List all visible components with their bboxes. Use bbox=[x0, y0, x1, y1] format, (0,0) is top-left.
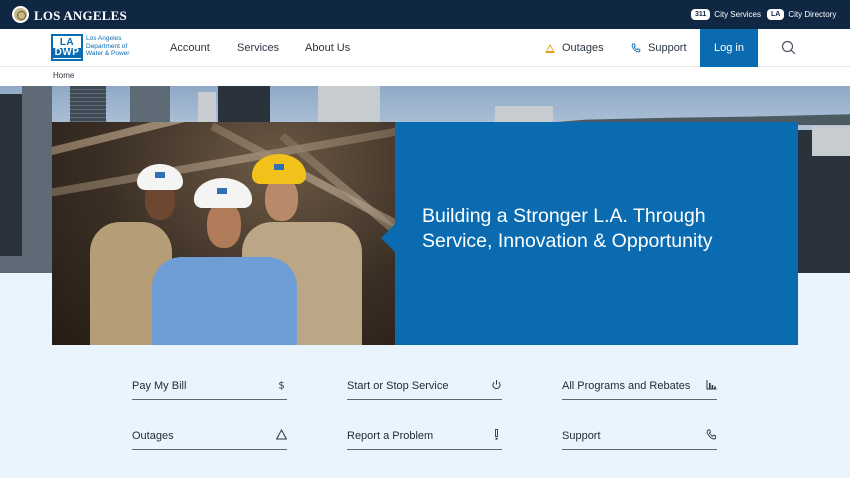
building bbox=[130, 86, 170, 126]
logo-mark: LA DWP bbox=[51, 34, 83, 61]
phone-icon bbox=[631, 43, 641, 53]
quick-link-label: All Programs and Rebates bbox=[562, 380, 691, 392]
quick-link-label: Start or Stop Service bbox=[347, 380, 449, 392]
breadcrumb-bar: Home bbox=[0, 67, 850, 86]
logo-line: Department of bbox=[86, 42, 128, 50]
logo-line: Water & Power bbox=[86, 50, 130, 57]
nav-item-account[interactable]: Account bbox=[170, 42, 210, 54]
building bbox=[0, 256, 52, 273]
bar-chart-icon bbox=[706, 380, 717, 390]
building bbox=[218, 86, 270, 126]
dollar-icon: $ bbox=[278, 381, 284, 391]
main-nav: LA DWP Los Angeles Department of Water &… bbox=[0, 29, 850, 67]
quick-link-programs-rebates[interactable]: All Programs and Rebates bbox=[562, 380, 717, 400]
quick-link-report-problem[interactable]: Report a Problem bbox=[347, 429, 502, 450]
power-icon bbox=[492, 380, 501, 390]
building bbox=[812, 126, 850, 156]
svg-text:$: $ bbox=[278, 381, 284, 391]
logo-line: Los Angeles bbox=[86, 35, 122, 42]
warning-icon bbox=[545, 43, 555, 53]
city-directory-label: City Directory bbox=[788, 10, 837, 19]
nav-outages-link[interactable]: Outages bbox=[545, 42, 604, 54]
city-services-badge: 311 bbox=[691, 9, 711, 20]
building bbox=[22, 86, 52, 273]
building bbox=[0, 94, 22, 273]
building bbox=[318, 86, 380, 126]
quick-link-start-stop-service[interactable]: Start or Stop Service bbox=[347, 380, 502, 400]
hero-panel-notch bbox=[381, 224, 395, 252]
hero-panel: Building a Stronger L.A. Through Service… bbox=[395, 122, 798, 345]
building bbox=[70, 86, 106, 126]
city-name[interactable]: LOS ANGELES bbox=[34, 8, 127, 24]
quick-link-label: Support bbox=[562, 430, 601, 442]
nav-support-link[interactable]: Support bbox=[631, 42, 687, 54]
exclamation-icon bbox=[495, 429, 498, 440]
breadcrumb-home[interactable]: Home bbox=[53, 71, 74, 80]
warning-icon bbox=[276, 429, 287, 440]
logo-mark-bottom: DWP bbox=[53, 46, 81, 58]
login-button[interactable]: Log in bbox=[700, 29, 758, 67]
quick-link-label: Report a Problem bbox=[347, 430, 434, 442]
nav-item-services[interactable]: Services bbox=[237, 42, 279, 54]
city-services-label: City Services bbox=[714, 10, 761, 19]
phone-icon bbox=[706, 429, 717, 440]
quick-link-support[interactable]: Support bbox=[562, 429, 717, 450]
hero-photo-workers bbox=[52, 122, 395, 345]
quick-link-label: Pay My Bill bbox=[132, 380, 187, 392]
quick-link-label: Outages bbox=[132, 430, 174, 442]
city-top-bar: LOS ANGELES 311 City Services LA City Di… bbox=[0, 0, 850, 29]
city-directory-link[interactable]: LA City Directory bbox=[767, 9, 836, 20]
city-services-link[interactable]: 311 City Services bbox=[691, 9, 761, 20]
quick-link-outages[interactable]: Outages bbox=[132, 429, 287, 450]
hero-title: Building a Stronger L.A. Through Service… bbox=[422, 205, 713, 252]
building bbox=[198, 92, 216, 126]
nav-item-about-us[interactable]: About Us bbox=[305, 42, 350, 54]
city-seal-icon[interactable] bbox=[12, 6, 29, 23]
nav-support-label: Support bbox=[648, 42, 687, 54]
logo-mark-top: LA bbox=[59, 36, 75, 48]
ladwp-logo[interactable]: LA DWP Los Angeles Department of Water &… bbox=[51, 34, 129, 61]
quick-link-pay-my-bill[interactable]: Pay My Bill $ bbox=[132, 380, 287, 400]
nav-outages-label: Outages bbox=[562, 42, 604, 54]
city-directory-badge: LA bbox=[767, 9, 785, 20]
logo-wordmark: Los Angeles Department of Water & Power bbox=[86, 35, 129, 61]
search-icon[interactable] bbox=[781, 40, 796, 55]
